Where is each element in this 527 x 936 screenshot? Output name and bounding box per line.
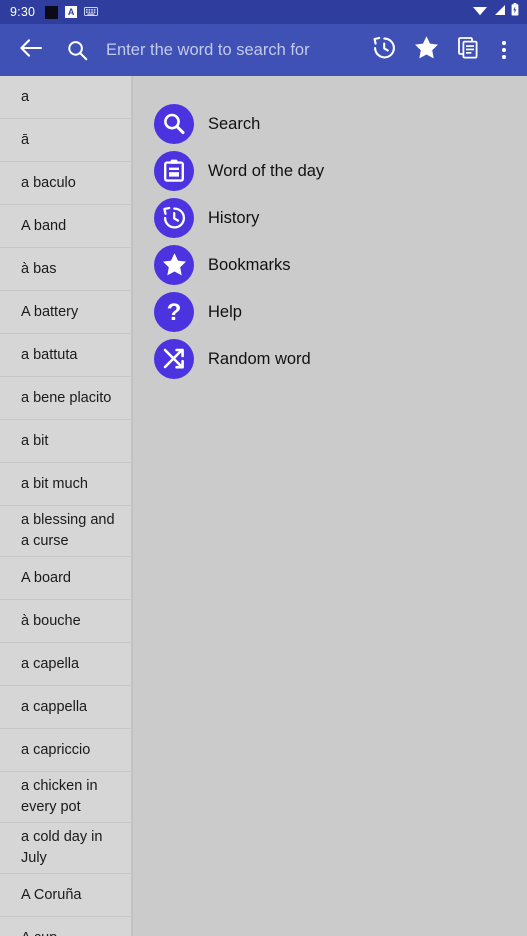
star-icon (154, 244, 194, 285)
articles-icon (457, 36, 480, 64)
star-icon (413, 34, 440, 66)
status-clock: 9:30 (10, 5, 36, 19)
menu-item-history[interactable]: History (154, 194, 527, 241)
status-left-icons: A (45, 3, 99, 21)
word-list-item-label: à bas (21, 260, 57, 277)
word-list-item[interactable]: a chicken in every pot (0, 772, 131, 823)
overflow-menu-button[interactable] (489, 28, 519, 72)
word-list-item-label: a blessing and a curse (21, 512, 115, 549)
word-list-item-label: a cold day in July (21, 829, 103, 866)
letter-a-badge-icon: A (65, 6, 78, 18)
word-list-item-label: A board (21, 569, 71, 586)
word-list-item[interactable]: A board (0, 557, 131, 600)
wifi-icon (472, 3, 488, 21)
bookmarks-button[interactable] (405, 28, 447, 72)
history-button[interactable] (363, 28, 405, 72)
word-list-item[interactable]: a bit much (0, 463, 131, 506)
word-list-item-label: A cup (21, 928, 57, 936)
word-list-item[interactable]: a bit (0, 420, 131, 463)
black-square-icon (45, 5, 59, 19)
search-field-wrapper[interactable] (66, 40, 363, 61)
status-bar: 9:30 A (0, 0, 527, 24)
menu-item-label: Random word (208, 349, 311, 368)
word-list-item-label: a chicken in every pot (21, 778, 98, 815)
word-list-item[interactable]: a (0, 76, 131, 119)
word-list[interactable]: a ā a baculo A band à bas A battery a battuta a… (0, 76, 133, 936)
word-list-item[interactable]: a capriccio (0, 729, 131, 772)
menu-item-label: Search (208, 114, 261, 133)
menu-item-label: Word of the day (208, 161, 325, 180)
menu-item-random-word[interactable]: Random word (154, 335, 527, 382)
clipboard-icon (154, 150, 194, 191)
word-list-item[interactable]: a battuta (0, 334, 131, 377)
word-list-item[interactable]: A battery (0, 291, 131, 334)
search-icon (154, 103, 194, 144)
shuffle-icon (154, 338, 194, 379)
search-icon (66, 40, 88, 61)
keyboard-icon (84, 3, 99, 21)
word-list-item[interactable]: a cappella (0, 686, 131, 729)
overflow-menu-icon (502, 40, 506, 60)
word-list-item[interactable]: A cup (0, 917, 131, 936)
search-input[interactable] (106, 40, 363, 60)
menu-item-label: Help (208, 302, 242, 321)
word-list-item-label: à bouche (21, 612, 81, 629)
word-list-item[interactable]: à bouche (0, 600, 131, 643)
word-list-item[interactable]: a blessing and a curse (0, 506, 131, 557)
word-list-item[interactable]: a cold day in July (0, 823, 131, 874)
history-icon (154, 197, 194, 238)
word-list-item-label: A battery (21, 303, 79, 320)
word-list-item-label: a battuta (21, 346, 78, 363)
word-list-item[interactable]: ā (0, 119, 131, 162)
main-menu-panel: Search Word of the day History Bookmarks? He… (133, 76, 527, 936)
menu-item-help[interactable]: ? Help (154, 288, 527, 335)
menu-item-bookmarks[interactable]: Bookmarks (154, 241, 527, 288)
svg-text:?: ? (167, 299, 182, 325)
toolbar-actions (363, 28, 519, 72)
status-right-icons (472, 3, 519, 21)
content-area: a ā a baculo A band à bas A battery a battuta a… (0, 76, 527, 936)
word-list-item[interactable]: A Coruña (0, 874, 131, 917)
word-list-item-label: a bit (21, 432, 49, 449)
word-list-item-label: ā (21, 131, 30, 148)
word-list-item-label: a capella (21, 655, 80, 672)
app-window: 9:30 A Enter the word to search for a ā … (0, 0, 527, 936)
word-list-item-label: a bit much (21, 475, 88, 492)
question-mark-icon: ? (154, 291, 194, 332)
menu-item-word-of-the-day[interactable]: Word of the day (154, 147, 527, 194)
articles-button[interactable] (447, 28, 489, 72)
menu-item-label: Bookmarks (208, 255, 291, 274)
word-list-item[interactable]: a baculo (0, 162, 131, 205)
menu-item-search[interactable]: Search (154, 100, 527, 147)
word-list-item[interactable]: a bene placito (0, 377, 131, 420)
cellular-signal-icon (493, 3, 506, 21)
word-list-item-label: a baculo (21, 174, 76, 191)
word-list-item-label: a (21, 88, 30, 105)
back-arrow-icon (19, 38, 43, 63)
word-list-item[interactable]: à bas (0, 248, 131, 291)
battery-icon (511, 3, 519, 21)
history-icon (371, 35, 397, 66)
menu-item-label: History (208, 208, 260, 227)
word-list-item-label: A Coruña (21, 886, 82, 903)
word-list-item[interactable]: A band (0, 205, 131, 248)
app-toolbar (0, 24, 527, 76)
word-list-item-label: A band (21, 217, 67, 234)
word-list-item-label: a cappella (21, 698, 88, 715)
word-list-item-label: a capriccio (21, 741, 91, 758)
word-list-item[interactable]: a capella (0, 643, 131, 686)
word-list-item-label: a bene placito (21, 389, 112, 406)
back-button[interactable] (14, 33, 48, 67)
